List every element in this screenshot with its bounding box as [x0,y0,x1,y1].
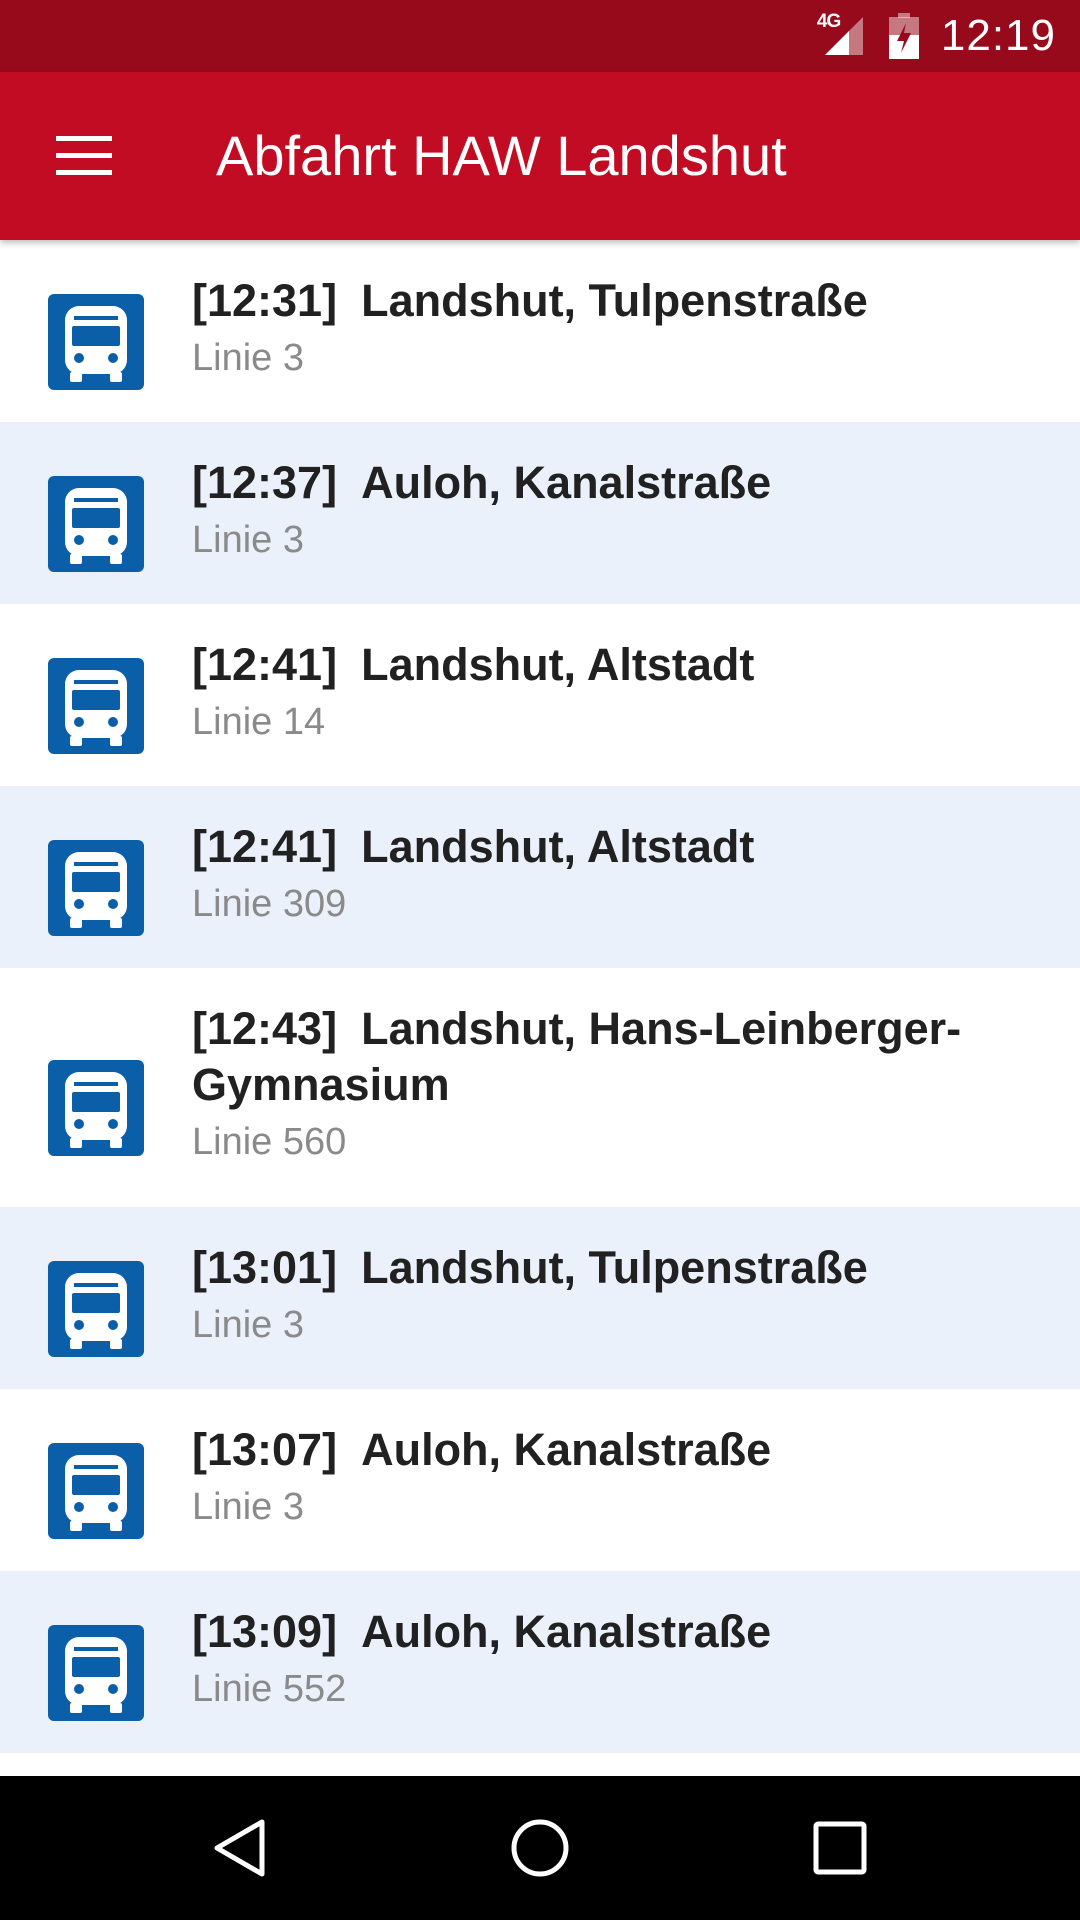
departure-destination: Landshut, Altstadt [361,639,755,690]
departure-time: [12:31] [192,275,338,326]
departure-time: [12:41] [192,639,338,690]
departure-row[interactable]: [13:09] Auloh, Kanalstraße Linie 552 [0,1571,1080,1753]
departure-title: [13:01] Landshut, Tulpenstraße [192,1240,1020,1296]
departure-time: [13:09] [192,1606,338,1657]
battery-charging-icon [888,13,919,59]
bus-icon [48,1443,144,1539]
departure-line: Linie 309 [192,883,347,925]
recents-square-icon [813,1821,867,1875]
departure-text: [12:43] Landshut, Hans-Leinberger-Gymnasi… [192,1001,1020,1167]
departure-line: Linie 3 [192,519,304,561]
departure-destination: Landshut, Altstadt [361,821,755,872]
status-icons: 4G 12:19 [817,0,1056,72]
departure-destination: Auloh, Kanalstraße [361,1606,772,1657]
departure-destination: Landshut, Tulpenstraße [361,1242,868,1293]
page-title: Abfahrt HAW Landshut [216,124,787,187]
back-triangle-icon [214,1819,265,1877]
departure-time: [12:43] [192,1003,338,1054]
home-circle-icon [511,1819,569,1877]
departure-title: [13:09] Auloh, Kanalstraße [192,1604,1020,1660]
departure-line: Linie 3 [192,1486,304,1528]
departure-row[interactable]: [13:07] Auloh, Kanalstraße Linie 3 [0,1389,1080,1571]
departure-text: [12:41] Landshut, Altstadt Linie 309 [192,819,1020,929]
departure-title: [12:41] Landshut, Altstadt [192,819,1020,875]
departure-text: [13:09] Auloh, Kanalstraße Linie 552 [192,1604,1020,1714]
departure-title: [12:41] Landshut, Altstadt [192,637,1020,693]
departure-title: [12:43] Landshut, Hans-Leinberger-Gymnasi… [192,1001,1020,1113]
departure-text: [13:07] Auloh, Kanalstraße Linie 3 [192,1422,1020,1532]
departure-time: [13:01] [192,1242,338,1293]
bus-icon [48,294,144,390]
departure-line: Linie 560 [192,1121,347,1163]
departure-time: [13:07] [192,1424,338,1475]
departure-line: Linie 3 [192,1304,304,1346]
departure-text: [12:31] Landshut, Tulpenstraße Linie 3 [192,273,1020,383]
departure-destination: Landshut, Tulpenstraße [361,275,868,326]
departure-text: [12:37] Auloh, Kanalstraße Linie 3 [192,455,1020,565]
departure-destination: Auloh, Kanalstraße [361,457,772,508]
departure-title: [12:31] Landshut, Tulpenstraße [192,273,1020,329]
departure-row[interactable]: [12:43] Landshut, Hans-Leinberger-Gymnasi… [0,968,1080,1207]
departure-line: Linie 14 [192,701,326,743]
navigation-bar [0,1776,1080,1920]
bus-icon [48,476,144,572]
departure-time: [12:41] [192,821,338,872]
signal-icon: 4G [817,11,865,57]
bus-icon [48,1261,144,1357]
hamburger-menu-icon [56,136,112,175]
departure-title: [12:37] Auloh, Kanalstraße [192,455,1020,511]
departure-row[interactable]: [12:41] Landshut, Altstadt Linie 14 [0,604,1080,786]
departure-title: [13:07] Auloh, Kanalstraße [192,1422,1020,1478]
bus-icon [48,658,144,754]
network-type-label: 4G [816,11,841,32]
departure-text: [13:01] Landshut, Tulpenstraße Linie 3 [192,1240,1020,1350]
back-button[interactable] [190,1798,290,1898]
departure-text: [12:41] Landshut, Altstadt Linie 14 [192,637,1020,747]
departure-row[interactable]: [12:37] Auloh, Kanalstraße Linie 3 [0,422,1080,604]
departure-destination: Auloh, Kanalstraße [361,1424,772,1475]
bus-icon [48,840,144,936]
menu-button[interactable] [34,112,134,200]
clock: 12:19 [940,11,1056,60]
departure-row[interactable]: [13:01] Landshut, Tulpenstraße Linie 3 [0,1207,1080,1389]
departure-time: [12:37] [192,457,338,508]
departure-row[interactable]: [12:41] Landshut, Altstadt Linie 309 [0,786,1080,968]
recents-button[interactable] [790,1798,890,1898]
departure-row[interactable]: [12:31] Landshut, Tulpenstraße Linie 3 [0,240,1080,422]
departure-line: Linie 3 [192,337,304,379]
departure-line: Linie 552 [192,1668,347,1710]
bus-icon [48,1625,144,1721]
status-bar: 4G 12:19 [0,0,1080,72]
home-button[interactable] [490,1798,590,1898]
bus-icon [48,1060,144,1156]
app-bar: Abfahrt HAW Landshut [0,72,1080,240]
departure-list[interactable]: [12:31] Landshut, Tulpenstraße Linie 3 [1… [0,240,1080,1776]
